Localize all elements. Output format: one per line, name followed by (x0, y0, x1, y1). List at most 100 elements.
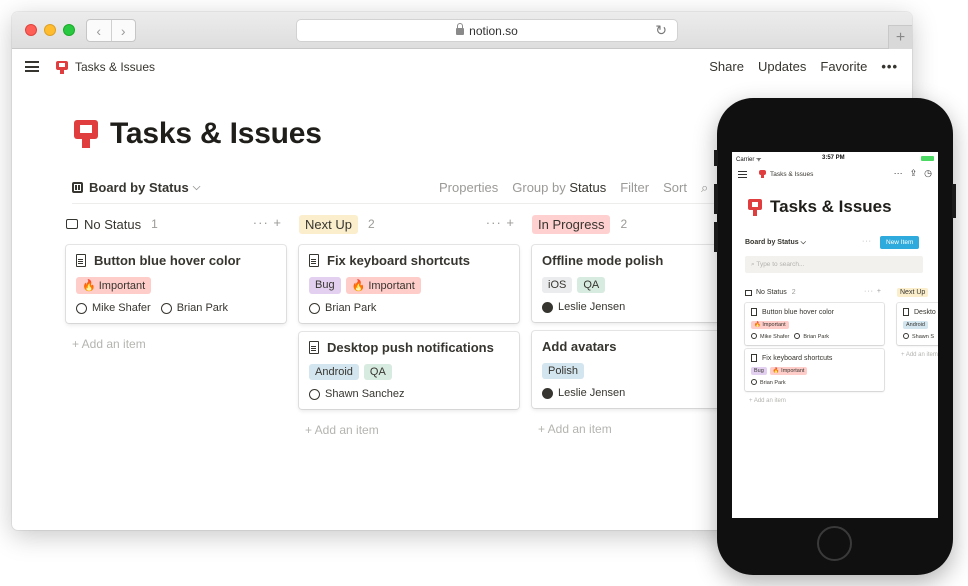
address-bar[interactable]: notion.so ↻ (296, 19, 678, 42)
close-window-button[interactable] (25, 24, 37, 36)
share-icon[interactable]: ⇪ (910, 168, 918, 179)
filter-button[interactable]: Filter (620, 180, 649, 196)
column-title: No Status (84, 216, 142, 232)
favorite-button[interactable]: Favorite (820, 59, 867, 74)
chevron-down-icon: ⌵ (192, 182, 201, 193)
browser-titlebar: ‹ › notion.so ↻ + (12, 12, 912, 49)
card-title: Offline mode polish (542, 253, 664, 268)
add-item-button[interactable]: + Add an item (745, 398, 884, 404)
history-icon[interactable]: ◷ (924, 168, 932, 179)
card-title: Add avatars (542, 339, 617, 354)
tag-android: Android (309, 364, 359, 380)
avatar (542, 301, 553, 313)
sort-button[interactable]: Sort (663, 180, 687, 196)
tag-qa: QA (363, 364, 392, 380)
person: Brian Park (794, 333, 829, 340)
search-input[interactable]: ⌕ Type to search... (745, 256, 923, 273)
menu-icon[interactable] (738, 171, 747, 178)
person: Mike Shafer (751, 333, 789, 340)
more-options-icon[interactable]: ··· (862, 238, 872, 245)
view-selector[interactable]: Board by Status ⌵ (745, 239, 806, 247)
minimize-window-button[interactable] (44, 24, 56, 36)
sidebar-toggle-icon[interactable] (25, 61, 39, 72)
mobile-actions: ··· ⇪ ◷ (894, 168, 932, 179)
back-button[interactable]: ‹ (87, 20, 111, 41)
person: Brian Park (160, 302, 228, 314)
column-actions[interactable]: ··· + (486, 215, 515, 230)
view-selector[interactable]: Board by Status ⌵ (72, 180, 200, 195)
column-actions[interactable]: ··· + (253, 215, 282, 230)
sign-icon (759, 170, 766, 178)
avatar (309, 302, 320, 314)
add-item-button[interactable]: + Add an item (897, 352, 938, 358)
breadcrumb[interactable]: Tasks & Issues (56, 60, 155, 74)
board-card[interactable]: Fix keyboard shortcuts Bug 🔥 Important B… (299, 245, 519, 323)
properties-button[interactable]: Properties (439, 180, 498, 196)
reload-icon[interactable]: ↻ (655, 22, 667, 39)
clock: 3:57 PM (822, 155, 845, 161)
column-count: 2 (367, 217, 375, 231)
page-title: Tasks & Issues (74, 117, 322, 151)
breadcrumb[interactable]: Tasks & Issues (759, 170, 813, 178)
url-text: notion.so (469, 23, 518, 38)
tag-important: 🔥 Important (345, 277, 421, 294)
avatar (76, 302, 87, 314)
column-count: 1 (151, 217, 158, 231)
inbox-icon (745, 289, 752, 296)
column-title: In Progress (532, 214, 611, 234)
sign-icon (74, 120, 98, 148)
mobile-view-toolbar: Board by Status ⌵ ··· New Item (745, 236, 935, 252)
search-icon[interactable]: ⌕ (701, 180, 708, 196)
column-header: No Status 1 ··· + (66, 212, 286, 236)
board-view-icon (72, 182, 83, 193)
more-options-icon[interactable]: ··· (894, 168, 903, 179)
card-title: Fix keyboard shortcuts (327, 253, 471, 268)
board-column-no-status: No Status 1 ··· + Button blue hover colo… (66, 212, 286, 351)
board-column-next-up: Next Up 2 ··· + Fix keyboard shortcuts B… (299, 212, 519, 437)
person: Shawn S (903, 333, 934, 340)
mobile-page-title: Tasks & Issues (748, 197, 892, 217)
ios-status-bar: Carrier ᯤ 3:57 PM (732, 152, 938, 165)
board-card[interactable]: Fix keyboard shortcuts Bug 🔥 Important B… (745, 349, 884, 391)
tag-bug: Bug (309, 277, 341, 294)
carrier-label: Carrier ᯤ (736, 157, 762, 163)
new-item-button[interactable]: New Item (880, 236, 920, 249)
person: Shawn Sanchez (309, 388, 405, 400)
sign-icon (748, 198, 762, 216)
phone-device: Carrier ᯤ 3:57 PM Tasks & Issues ··· ⇪ ◷ (714, 98, 956, 575)
avatar (160, 302, 172, 314)
add-item-button[interactable]: + Add an item (66, 337, 286, 351)
avatar (542, 387, 553, 399)
sign-icon (56, 60, 68, 74)
tag-ios: iOS (542, 277, 573, 293)
column-actions[interactable]: ··· + (864, 288, 882, 295)
board-card[interactable]: Button blue hover color 🔥 Important Mike… (745, 303, 884, 345)
forward-button[interactable]: › (110, 20, 136, 41)
page-icon (309, 341, 319, 354)
board-card[interactable]: Deskto Android Shawn S (897, 303, 938, 345)
person: Mike Shafer (76, 302, 151, 314)
card-title: Button blue hover color (94, 253, 241, 268)
board-card[interactable]: Desktop push notifications Android QA Sh… (299, 332, 519, 409)
tag-important: 🔥 Important (751, 321, 789, 329)
battery-icon (921, 156, 934, 161)
add-item-button[interactable]: + Add an item (299, 423, 519, 437)
board-card[interactable]: Button blue hover color 🔥 Important Mike… (66, 245, 286, 323)
more-options-icon[interactable]: ••• (881, 59, 898, 74)
page-title-text: Tasks & Issues (110, 117, 322, 150)
new-tab-button[interactable]: + (888, 25, 912, 49)
view-name: Board by Status (89, 180, 189, 195)
column-header: No Status 2 ··· + (745, 286, 884, 299)
breadcrumb-label: Tasks & Issues (75, 60, 156, 74)
updates-button[interactable]: Updates (758, 59, 806, 74)
page-icon (309, 254, 319, 267)
phone-volume-up (714, 184, 718, 214)
home-button[interactable] (817, 526, 852, 561)
page-icon (751, 308, 757, 316)
person: Brian Park (751, 379, 786, 386)
share-button[interactable]: Share (709, 59, 744, 74)
tag-important: 🔥 Important (76, 277, 152, 294)
zoom-window-button[interactable] (63, 24, 75, 36)
group-by-button[interactable]: Group by Status (512, 180, 606, 196)
column-header: Next Up 2 ··· + (299, 212, 519, 236)
